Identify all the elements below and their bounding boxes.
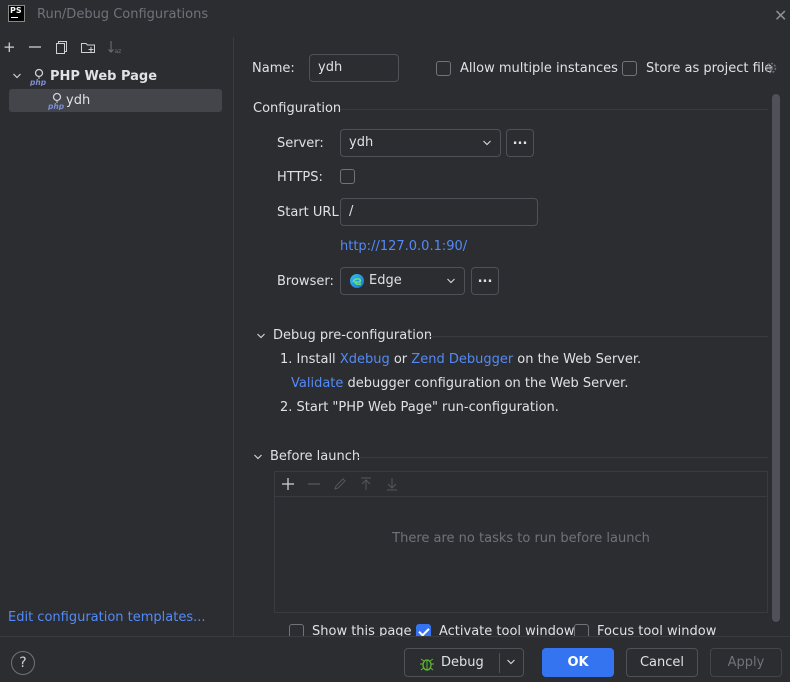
no-tasks-message: There are no tasks to run before launch: [392, 531, 650, 546]
before-launch-title[interactable]: Before launch: [270, 449, 360, 464]
window-title: Run/Debug Configurations: [37, 7, 209, 22]
browser-browse-button[interactable]: ...: [471, 267, 499, 295]
debug-button[interactable]: Debug: [404, 648, 524, 677]
phpstorm-app-icon: PS: [8, 5, 25, 22]
start-url-input[interactable]: /: [340, 198, 538, 226]
debug-preconfig-title[interactable]: Debug pre-configuration: [273, 328, 432, 343]
svg-text:php: php: [30, 78, 47, 86]
store-as-project-file-checkbox[interactable]: [622, 61, 637, 76]
add-task-icon[interactable]: [281, 477, 295, 495]
chevron-down-icon[interactable]: [256, 331, 266, 344]
debug-button-label: Debug: [441, 655, 484, 670]
https-checkbox[interactable]: [340, 169, 355, 184]
chevron-down-icon: [446, 268, 456, 304]
validate-link[interactable]: Validate: [291, 376, 343, 391]
cancel-button[interactable]: Cancel: [626, 648, 698, 677]
split-separator: [499, 653, 500, 673]
add-configuration-icon[interactable]: +: [3, 38, 16, 56]
gear-icon[interactable]: [764, 61, 778, 79]
before-launch-toolbar: [275, 472, 767, 497]
debug-step-2: 2. Start "PHP Web Page" run-configuratio…: [280, 400, 559, 415]
browser-value: Edge: [369, 273, 402, 288]
name-label: Name:: [252, 61, 295, 76]
debug-step-1: 1. Install Xdebug or Zend Debugger on th…: [280, 352, 641, 367]
server-label: Server:: [277, 136, 324, 151]
section-separator: [430, 336, 768, 337]
sort-configurations-icon[interactable]: az: [107, 40, 121, 58]
validate-line: Validate debugger configuration on the W…: [291, 376, 628, 391]
ok-button[interactable]: OK: [542, 648, 614, 677]
move-down-icon[interactable]: [385, 477, 399, 495]
server-browse-button[interactable]: ...: [506, 129, 534, 157]
configuration-section-title: Configuration: [253, 101, 342, 116]
validate-suffix: debugger configuration on the Web Server…: [343, 376, 629, 391]
browser-dropdown[interactable]: Edge: [340, 267, 465, 295]
resolved-url-link[interactable]: http://127.0.0.1:90/: [340, 239, 467, 254]
edge-browser-icon: [349, 273, 365, 299]
https-label: HTTPS:: [277, 170, 323, 185]
name-input[interactable]: ydh: [309, 54, 399, 82]
server-value: ydh: [349, 135, 374, 150]
svg-text:az: az: [115, 48, 122, 54]
allow-multiple-instances-label: Allow multiple instances: [460, 61, 618, 76]
start-url-label: Start URL:: [277, 205, 344, 220]
store-as-project-file-label: Store as project file: [646, 61, 773, 76]
tree-item-label: ydh: [66, 93, 91, 108]
chevron-down-icon[interactable]: [506, 649, 516, 682]
xdebug-link[interactable]: Xdebug: [340, 352, 390, 367]
svg-text:php: php: [48, 102, 65, 110]
edit-configuration-templates-link[interactable]: Edit configuration templates...: [8, 610, 206, 625]
configurations-tree-panel: [0, 37, 234, 637]
step1-or: or: [389, 352, 412, 367]
php-web-page-icon: php: [47, 92, 66, 111]
copy-configuration-icon[interactable]: [55, 40, 69, 58]
server-dropdown[interactable]: ydh: [340, 129, 501, 157]
chevron-down-icon[interactable]: [253, 452, 263, 465]
zend-debugger-link[interactable]: Zend Debugger: [411, 352, 513, 367]
move-up-icon[interactable]: [359, 477, 373, 495]
chevron-down-icon: [482, 130, 492, 166]
remove-configuration-icon[interactable]: [28, 40, 42, 57]
title-bar: PS Run/Debug Configurations ✕: [0, 0, 790, 30]
remove-task-icon[interactable]: [307, 477, 321, 495]
bug-icon: [419, 655, 435, 682]
step1-suffix: on the Web Server.: [513, 352, 642, 367]
php-web-page-icon: php: [29, 68, 48, 87]
tree-item-ydh[interactable]: [9, 89, 222, 112]
tree-group-php-web-page[interactable]: PHP Web Page: [50, 69, 157, 84]
allow-multiple-instances-checkbox[interactable]: [436, 61, 451, 76]
close-icon[interactable]: ✕: [774, 6, 787, 25]
vertical-scrollbar[interactable]: [772, 94, 780, 622]
section-separator: [356, 457, 768, 458]
step1-prefix: 1. Install: [280, 352, 340, 367]
chevron-down-icon[interactable]: [12, 71, 22, 84]
edit-task-icon[interactable]: [333, 477, 347, 495]
apply-button[interactable]: Apply: [710, 648, 782, 677]
browser-label: Browser:: [277, 274, 334, 289]
new-folder-icon[interactable]: [80, 40, 96, 58]
section-separator: [340, 109, 768, 110]
help-button[interactable]: ?: [11, 651, 35, 675]
before-launch-tasks-panel: There are no tasks to run before launch: [274, 471, 768, 613]
